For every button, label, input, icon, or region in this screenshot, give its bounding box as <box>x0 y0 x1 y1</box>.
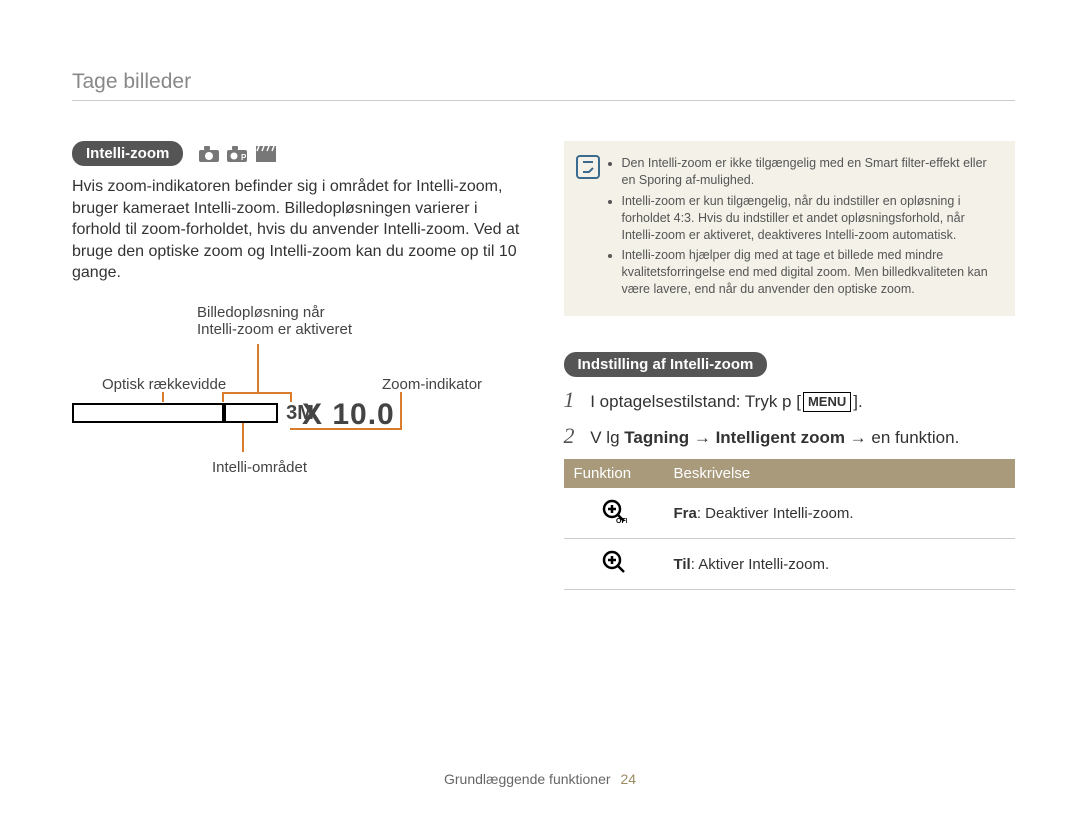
note-list: Den Intelli-zoom er ikke tilgængelig med… <box>606 155 1000 302</box>
footer: Grundlæggende funktioner 24 <box>0 771 1080 787</box>
menu-key: MENU <box>803 392 851 412</box>
on-description: Til: Aktiver Intelli-zoom. <box>664 539 1016 590</box>
table-row: OFF Fra: Deaktiver Intelli-zoom. <box>564 488 1016 539</box>
right-column: Den Intelli-zoom er ikke tilgængelig med… <box>564 141 1016 590</box>
step-1: 1 I optagelsestilstand: Tryk p [MENU]. <box>564 387 1016 413</box>
off-description: Fra: Deaktiver Intelli-zoom. <box>664 488 1016 539</box>
table-header-row: Funktion Beskrivelse <box>564 459 1016 488</box>
step-2-text-a: V lg <box>590 428 624 447</box>
step-1-text-b: ]. <box>853 392 862 411</box>
zoom-diagram: Billedopløsning når Intelli-zoom er akti… <box>72 304 524 504</box>
mode-icons-row: P <box>198 145 279 163</box>
step-2-arrow-1: → <box>689 428 715 447</box>
diagram-top-label-line2: Intelli-zoom er aktiveret <box>197 321 352 338</box>
diagram-top-label-line1: Billedopløsning når <box>197 304 352 321</box>
function-table: Funktion Beskrivelse OFF Fr <box>564 459 1016 590</box>
camera-program-icon: P <box>226 145 248 163</box>
intelli-zoom-heading-row: Intelli-zoom P <box>72 141 524 166</box>
zoom-readout: X 10.0 <box>302 398 395 432</box>
header-beskrivelse: Beskrivelse <box>664 459 1016 488</box>
scene-icon <box>255 145 277 163</box>
note-item: Den Intelli-zoom er ikke tilgængelig med… <box>622 155 1000 189</box>
on-label: Til <box>674 556 691 573</box>
step-number: 2 <box>564 423 586 449</box>
note-icon <box>576 155 600 179</box>
svg-text:OFF: OFF <box>616 518 627 524</box>
note-item: Intelli-zoom hjælper dig med at tage et … <box>622 247 1000 298</box>
table-row: Til: Aktiver Intelli-zoom. <box>564 539 1016 590</box>
step-1-text-a: I optagelsestilstand: Tryk p [ <box>590 392 801 411</box>
svg-text:P: P <box>241 153 247 162</box>
zoom-on-icon <box>564 539 664 590</box>
setting-intelli-zoom-pill: Indstilling af Intelli-zoom <box>564 352 768 377</box>
intelli-zoom-paragraph: Hvis zoom-indikatoren befinder sig i omr… <box>72 176 524 284</box>
diagram-left-label: Optisk rækkevidde <box>102 376 226 393</box>
page-title: Tage billeder <box>72 70 1015 101</box>
camera-smart-icon <box>198 145 220 163</box>
step-2-strong-2: Intelligent zoom <box>716 428 845 447</box>
two-column-layout: Intelli-zoom P <box>72 141 1015 590</box>
note-item: Intelli-zoom er kun tilgængelig, når du … <box>622 193 1000 244</box>
left-column: Intelli-zoom P <box>72 141 524 590</box>
footer-page-number: 24 <box>620 771 636 787</box>
step-2-strong-1: Tagning <box>624 428 689 447</box>
step-number: 1 <box>564 387 586 413</box>
zoom-off-icon: OFF <box>564 488 664 539</box>
note-box: Den Intelli-zoom er ikke tilgængelig med… <box>564 141 1016 316</box>
intelli-zoom-pill: Intelli-zoom <box>72 141 183 166</box>
step-2-text-end: → en funktion. <box>845 428 959 447</box>
header-funktion: Funktion <box>564 459 664 488</box>
on-text: : Aktiver Intelli-zoom. <box>691 556 829 573</box>
diagram-right-label: Zoom-indikator <box>382 376 482 393</box>
zoom-bar: 3M <box>72 402 314 425</box>
footer-label: Grundlæggende funktioner <box>444 771 611 787</box>
diagram-top-label: Billedopløsning når Intelli-zoom er akti… <box>197 304 352 338</box>
diagram-bottom-label: Intelli-området <box>212 459 307 476</box>
off-text: : Deaktiver Intelli-zoom. <box>697 505 854 522</box>
off-label: Fra <box>674 505 697 522</box>
step-2: 2 V lg Tagning → Intelligent zoom → en f… <box>564 423 1016 449</box>
